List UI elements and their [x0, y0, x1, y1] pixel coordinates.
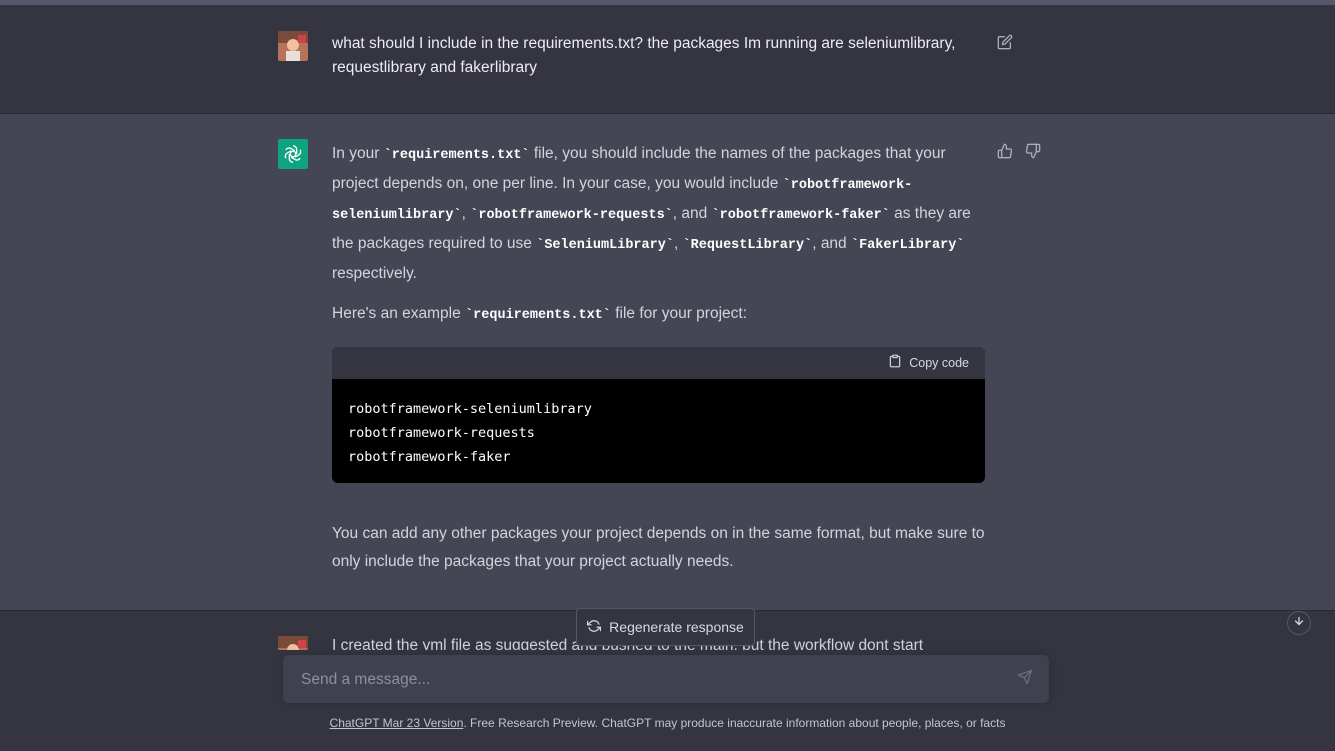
copy-code-button[interactable]: Copy code	[888, 354, 969, 371]
code-line: robotframework-seleniumlibrary	[348, 401, 592, 417]
inline-code: `SeleniumLibrary`	[536, 238, 674, 253]
regenerate-response-button[interactable]: Regenerate response	[576, 608, 755, 646]
inline-code: `FakerLibrary`	[850, 238, 965, 253]
version-link[interactable]: ChatGPT Mar 23 Version	[330, 716, 464, 730]
inline-code: `robotframework-faker`	[711, 208, 890, 223]
inline-code: `requirements.txt`	[383, 148, 530, 163]
user-avatar	[278, 636, 308, 650]
send-button[interactable]	[1015, 669, 1035, 689]
inline-code: `requirements.txt`	[465, 308, 611, 323]
thumbs-down-icon[interactable]	[1023, 141, 1043, 161]
footer-disclaimer: ChatGPT Mar 23 Version. Free Research Pr…	[0, 716, 1335, 730]
assistant-paragraph-1: In your `requirements.txt` file, you sho…	[332, 145, 971, 282]
footer-text: . Free Research Preview. ChatGPT may pro…	[463, 716, 1006, 730]
message-input[interactable]	[299, 655, 993, 705]
edit-icon[interactable]	[995, 32, 1015, 52]
code-line: robotframework-requests	[348, 425, 535, 441]
inline-code: `robotframework-requests`	[470, 208, 673, 223]
code-content[interactable]: robotframework-seleniumlibrary robotfram…	[332, 379, 985, 483]
regenerate-label: Regenerate response	[609, 619, 744, 635]
user-message-row: what should I include in the requirement…	[0, 5, 1335, 114]
clipboard-icon	[888, 354, 902, 371]
thumbs-up-icon[interactable]	[995, 141, 1015, 161]
openai-logo-icon	[278, 139, 308, 169]
send-icon	[1017, 669, 1033, 690]
inline-code: `RequestLibrary`	[682, 238, 813, 253]
code-line: robotframework-faker	[348, 449, 511, 465]
message-composer	[283, 655, 1049, 705]
refresh-icon	[587, 619, 602, 636]
user-avatar	[278, 31, 308, 61]
code-block: Copy code robotframework-seleniumlibrary…	[332, 347, 985, 483]
assistant-paragraph-2: Here's an example `requirements.txt` fil…	[332, 305, 747, 323]
code-block-header: Copy code	[332, 347, 985, 379]
assistant-paragraph-3: You can add any other packages your proj…	[332, 525, 985, 570]
assistant-message-row: In your `requirements.txt` file, you sho…	[0, 114, 1335, 611]
scroll-to-bottom-button[interactable]	[1287, 611, 1311, 635]
arrow-down-icon	[1293, 614, 1305, 632]
copy-code-label: Copy code	[909, 355, 969, 370]
user-message-text: what should I include in the requirement…	[332, 35, 956, 76]
